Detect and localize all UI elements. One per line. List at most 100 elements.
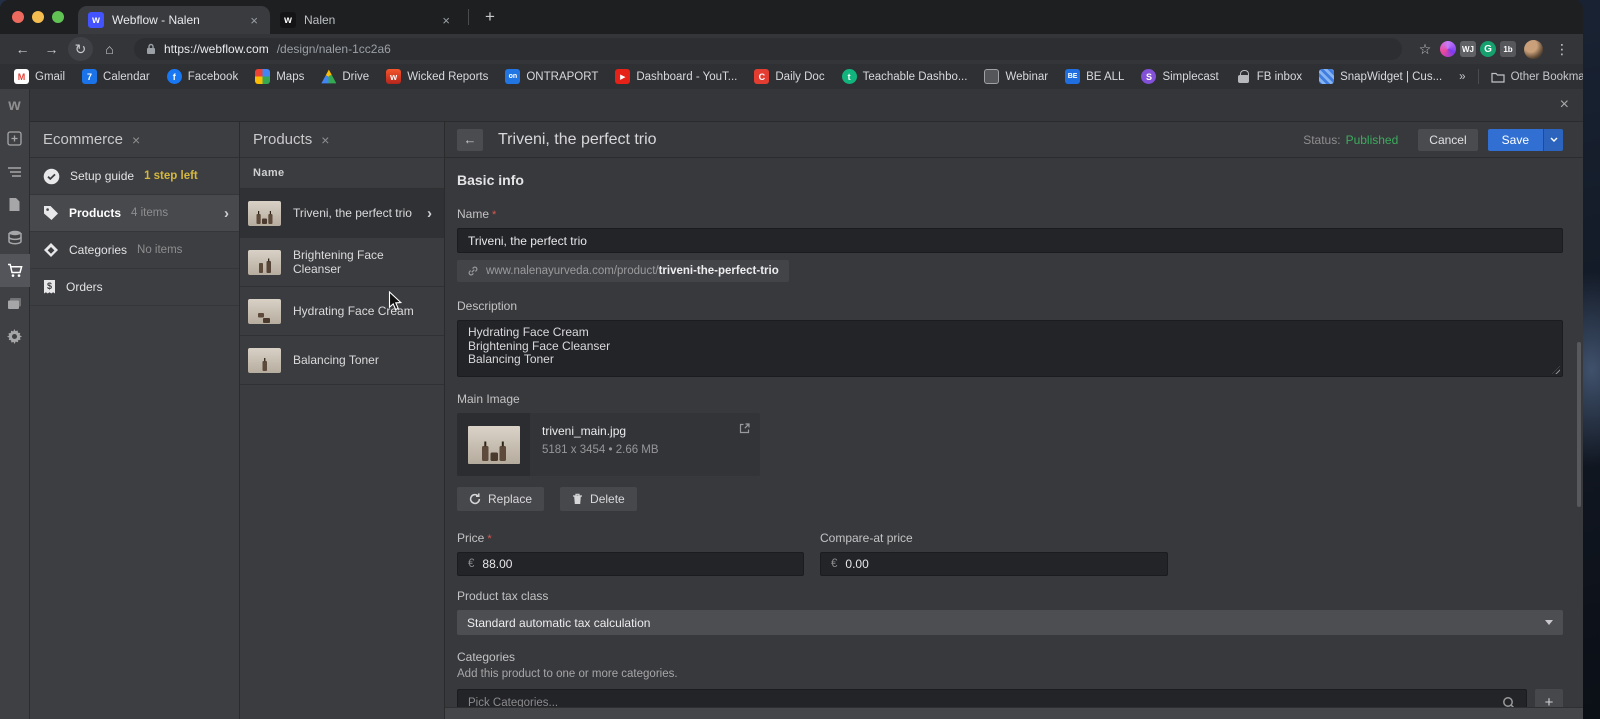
assets-icon bbox=[8, 297, 21, 309]
bookmark-daily-doc[interactable]: C Daily Doc bbox=[754, 69, 825, 84]
bookmark-label: Teachable Dashbo... bbox=[862, 70, 968, 83]
close-panel-icon[interactable]: × bbox=[1560, 95, 1569, 115]
bookmark-ontraport[interactable]: on ONTRAPORT bbox=[505, 69, 598, 84]
cancel-button[interactable]: Cancel bbox=[1418, 128, 1478, 151]
bookmark-maps[interactable]: Maps bbox=[255, 69, 304, 84]
close-icon[interactable]: × bbox=[321, 132, 329, 148]
simplecast-icon: S bbox=[1141, 69, 1157, 84]
ecommerce-button[interactable] bbox=[0, 254, 30, 287]
panel-title: Ecommerce bbox=[43, 131, 124, 148]
item-count: 4 items bbox=[131, 207, 169, 219]
cms-button[interactable] bbox=[0, 221, 30, 254]
bookmark-label: Calendar bbox=[103, 70, 150, 83]
profile-avatar[interactable] bbox=[1524, 39, 1543, 59]
traffic-lights bbox=[0, 0, 78, 34]
chrome-menu-icon[interactable]: ⋮ bbox=[1551, 38, 1573, 60]
sidebar-item-categories[interactable]: Categories No items bbox=[30, 232, 239, 269]
reload-icon[interactable]: ↻ bbox=[68, 37, 93, 61]
extension-wj-icon[interactable]: WJ bbox=[1460, 41, 1476, 57]
product-row-brightening-cleanser[interactable]: Brightening Face Cleanser bbox=[240, 238, 444, 287]
bookmark-label: ONTRAPORT bbox=[526, 70, 599, 83]
bookmark-simplecast[interactable]: S Simplecast bbox=[1141, 69, 1219, 84]
currency-symbol: € bbox=[468, 558, 475, 570]
bookmark-calendar[interactable]: 7 Calendar bbox=[82, 69, 150, 84]
tab-nalen[interactable]: w Nalen × bbox=[270, 6, 462, 34]
other-bookmarks-button[interactable]: Other Bookmarks bbox=[1490, 71, 1583, 83]
url-host: https://webflow.com bbox=[164, 42, 269, 56]
webflow-logo[interactable]: w bbox=[8, 89, 20, 122]
ontraport-icon: on bbox=[505, 69, 521, 84]
tag-icon bbox=[44, 206, 58, 220]
add-element-button[interactable] bbox=[0, 122, 30, 155]
new-tab-button[interactable]: + bbox=[475, 7, 505, 27]
zoom-window-button[interactable] bbox=[52, 11, 64, 23]
link-icon bbox=[468, 266, 478, 276]
bookmark-be-all[interactable]: BE BE ALL bbox=[1065, 69, 1124, 84]
address-bar[interactable]: https://webflow.com/design/nalen-1cc2a6 bbox=[134, 38, 1402, 60]
back-icon[interactable]: ← bbox=[10, 37, 35, 61]
products-panel-header: Products × bbox=[240, 122, 444, 158]
bookmark-teachable[interactable]: t Teachable Dashbo... bbox=[841, 69, 968, 84]
bookmark-snapwidget[interactable]: SnapWidget | Cus... bbox=[1319, 69, 1442, 84]
price-field[interactable]: € 88.00 bbox=[457, 552, 804, 576]
replace-image-button[interactable]: Replace bbox=[457, 487, 545, 511]
youtube-icon: ▶ bbox=[615, 69, 631, 84]
open-image-button[interactable] bbox=[739, 421, 750, 439]
settings-button[interactable] bbox=[0, 320, 30, 353]
extension-icon[interactable] bbox=[1440, 41, 1456, 57]
tab-close-icon[interactable]: × bbox=[246, 13, 262, 28]
bookmark-fb-inbox[interactable]: FB inbox bbox=[1236, 69, 1302, 84]
tab-close-icon[interactable]: × bbox=[438, 13, 454, 28]
delete-image-button[interactable]: Delete bbox=[560, 487, 637, 511]
bookmarks-overflow-chevron[interactable]: » bbox=[1459, 71, 1465, 83]
bookmark-label: Facebook bbox=[187, 70, 239, 83]
bookmark-facebook[interactable]: f Facebook bbox=[166, 69, 239, 84]
product-row-balancing-toner[interactable]: Balancing Toner bbox=[240, 336, 444, 385]
tax-class-select[interactable]: Standard automatic tax calculation bbox=[457, 610, 1563, 635]
name-label: Name * bbox=[457, 207, 497, 221]
sidebar-item-orders[interactable]: $ Orders bbox=[30, 269, 239, 306]
compare-price-value: 0.00 bbox=[845, 557, 869, 571]
bookmark-star-icon[interactable]: ☆ bbox=[1414, 38, 1436, 60]
save-button[interactable]: Save bbox=[1487, 128, 1543, 151]
sidebar-item-products[interactable]: Products 4 items › bbox=[30, 195, 239, 232]
webflow-designer: w × Ecommerce × Setup guide 1 step left … bbox=[0, 89, 1583, 719]
description-field[interactable]: Hydrating Face Cream Brightening Face Cl… bbox=[457, 320, 1563, 377]
bookmark-wicked-reports[interactable]: w Wicked Reports bbox=[386, 69, 488, 84]
navigator-button[interactable] bbox=[0, 155, 30, 188]
assets-button[interactable] bbox=[0, 287, 30, 320]
forward-icon[interactable]: → bbox=[39, 37, 64, 61]
replace-label: Replace bbox=[488, 492, 533, 506]
pages-button[interactable] bbox=[0, 188, 30, 221]
price-fields-row: Price * € 88.00 Compare-at price € 0.00 bbox=[457, 531, 1563, 576]
tab-webflow[interactable]: w Webflow - Nalen × bbox=[78, 6, 270, 34]
sidebar-item-setup-guide[interactable]: Setup guide 1 step left bbox=[30, 158, 239, 195]
minimize-window-button[interactable] bbox=[32, 11, 44, 23]
bookmark-dashboard-youtube[interactable]: ▶ Dashboard - YouT... bbox=[615, 69, 737, 84]
refresh-icon bbox=[469, 493, 481, 505]
product-row-triveni[interactable]: Triveni, the perfect trio › bbox=[240, 189, 444, 238]
image-filename: triveni_main.jpg bbox=[542, 424, 627, 438]
bookmark-drive[interactable]: Drive bbox=[321, 69, 369, 84]
extension-1b-icon[interactable]: 1b bbox=[1500, 41, 1516, 57]
product-row-hydrating-cream[interactable]: Hydrating Face Cream bbox=[240, 287, 444, 336]
drive-icon bbox=[321, 69, 337, 84]
database-icon bbox=[7, 230, 22, 245]
section-title: Basic info bbox=[457, 172, 524, 188]
delete-label: Delete bbox=[590, 492, 625, 506]
back-button[interactable]: ← bbox=[457, 128, 483, 151]
cart-icon bbox=[7, 263, 23, 277]
bookmark-webinar[interactable]: Webinar bbox=[984, 69, 1048, 84]
close-icon[interactable]: × bbox=[132, 132, 140, 148]
compare-price-field[interactable]: € 0.00 bbox=[820, 552, 1168, 576]
save-dropdown-button[interactable] bbox=[1543, 128, 1563, 151]
product-slug-chip[interactable]: www.nalenayurveda.com/product/triveni-th… bbox=[457, 260, 789, 282]
bookmark-gmail[interactable]: M Gmail bbox=[14, 69, 65, 84]
scrollbar-thumb[interactable] bbox=[1577, 342, 1581, 507]
product-name: Brightening Face Cleanser bbox=[293, 248, 384, 276]
grammarly-icon[interactable]: G bbox=[1480, 41, 1496, 57]
home-icon[interactable]: ⌂ bbox=[97, 37, 122, 61]
slug-value: triveni-the-perfect-trio bbox=[658, 265, 779, 277]
close-window-button[interactable] bbox=[12, 11, 24, 23]
name-field[interactable] bbox=[457, 228, 1563, 253]
